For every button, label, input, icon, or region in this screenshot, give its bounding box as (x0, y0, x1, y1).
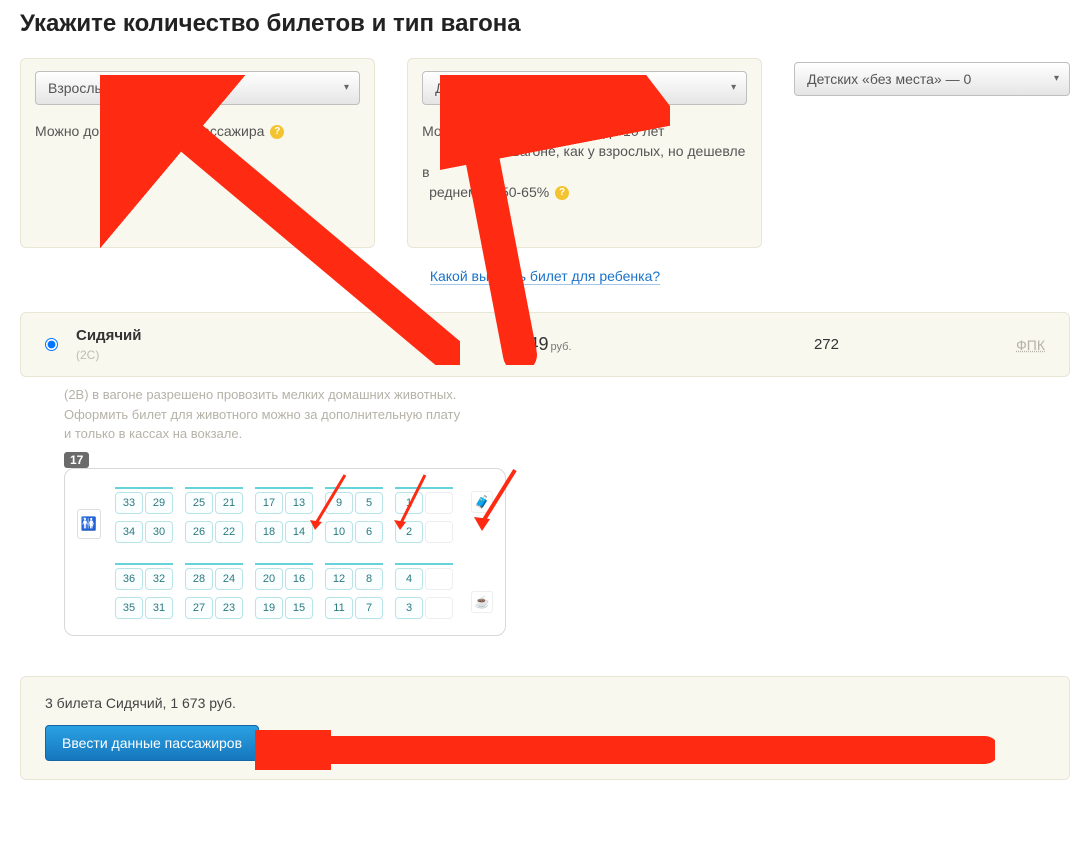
steps-remaining-text: До завершения заказа 3 шага (285, 735, 479, 751)
seat[interactable]: 28 (185, 568, 213, 590)
seat[interactable]: 5 (355, 492, 383, 514)
seat[interactable]: 29 (145, 492, 173, 514)
seat[interactable]: 30 (145, 521, 173, 543)
seat[interactable]: 23 (215, 597, 243, 619)
seat[interactable]: 20 (255, 568, 283, 590)
pets-note: (2В) в вагоне разрешено провозить мелких… (64, 385, 1070, 444)
seat-row: 3430 2622 1814 1062 (115, 516, 463, 543)
seat[interactable]: 34 (115, 521, 143, 543)
infants-select[interactable]: Детских «без места» — 0 (794, 62, 1070, 96)
seat[interactable]: 7 (355, 597, 383, 619)
infants-card: Детских «без места» — 0 (794, 58, 1070, 100)
help-icon[interactable]: ? (555, 186, 569, 200)
children-note: Можно добавить 1 ребенка до 10 лет Свое … (422, 121, 747, 202)
wagon-number-badge: 17 (64, 452, 89, 468)
seat[interactable]: 9 (325, 492, 353, 514)
seat-empty (425, 597, 453, 619)
seat[interactable]: 4 (395, 568, 423, 590)
car-type-title: Сидячий (76, 327, 141, 344)
seat[interactable]: 13 (285, 492, 313, 514)
seat[interactable]: 18 (255, 521, 283, 543)
seat[interactable]: 33 (115, 492, 143, 514)
seat[interactable]: 11 (325, 597, 353, 619)
summary-text: 3 билета Сидячий, 1 673 руб. (45, 695, 1045, 711)
enter-passenger-data-button[interactable]: Ввести данные пассажиров (45, 725, 259, 761)
seat[interactable]: 22 (215, 521, 243, 543)
seat[interactable]: 8 (355, 568, 383, 590)
wagon-map: 17 🚻 🧳 ☕ 3329252117139513430262218141062… (64, 456, 506, 636)
adults-select[interactable]: Взрослых — 2 (35, 71, 360, 105)
help-icon[interactable]: ? (270, 125, 284, 139)
seat[interactable]: 1 (395, 492, 423, 514)
seat-empty (425, 568, 453, 590)
children-card: Детских — 1 Можно добавить 1 ребенка до … (407, 58, 762, 248)
seat-empty (425, 521, 453, 543)
seat[interactable]: 19 (255, 597, 283, 619)
luggage-icon: 🧳 (471, 491, 493, 513)
car-price: 649руб. (518, 334, 571, 355)
seat[interactable]: 31 (145, 597, 173, 619)
seat-empty (425, 492, 453, 514)
seat[interactable]: 14 (285, 521, 313, 543)
seat[interactable]: 3 (395, 597, 423, 619)
car-type-sub: (2С) (76, 348, 141, 362)
seat[interactable]: 2 (395, 521, 423, 543)
seat[interactable]: 15 (285, 597, 313, 619)
seat[interactable]: 6 (355, 521, 383, 543)
seat[interactable]: 24 (215, 568, 243, 590)
seat[interactable]: 26 (185, 521, 213, 543)
car-type-radio[interactable] (45, 338, 58, 351)
seat[interactable]: 36 (115, 568, 143, 590)
seat[interactable]: 25 (185, 492, 213, 514)
children-select[interactable]: Детских — 1 (422, 71, 747, 105)
seat-row: 3632 2824 2016 1284 (115, 563, 463, 590)
child-ticket-help-link[interactable]: Какой выбрать билет для ребенка? (430, 268, 660, 285)
car-type-row[interactable]: Сидячий (2С) 649руб. 272 ФПК (20, 312, 1070, 377)
seat[interactable]: 27 (185, 597, 213, 619)
wc-icon: 🚻 (77, 509, 101, 539)
adults-card: Взрослых — 2 Можно добаXXXXеще 1 пассажи… (20, 58, 375, 248)
car-company: ФПК (1016, 337, 1045, 353)
car-seat-count: 272 (814, 336, 839, 353)
seat[interactable]: 35 (115, 597, 143, 619)
seat[interactable]: 17 (255, 492, 283, 514)
seat-row: 3531 2723 1915 1173 (115, 592, 463, 619)
summary-bar: 3 билета Сидячий, 1 673 руб. Ввести данн… (20, 676, 1070, 780)
seat[interactable]: 10 (325, 521, 353, 543)
adults-note: Можно добаXXXXеще 1 пассажира ? (35, 121, 360, 141)
page-title: Укажите количество билетов и тип вагона (20, 10, 1070, 38)
seat[interactable]: 16 (285, 568, 313, 590)
cup-icon: ☕ (471, 591, 493, 613)
seat-row: 3329 2521 1713 951 (115, 487, 463, 514)
seat[interactable]: 12 (325, 568, 353, 590)
seat[interactable]: 21 (215, 492, 243, 514)
seat[interactable]: 32 (145, 568, 173, 590)
ticket-count-row: Взрослых — 2 Можно добаXXXXеще 1 пассажи… (20, 58, 1070, 248)
